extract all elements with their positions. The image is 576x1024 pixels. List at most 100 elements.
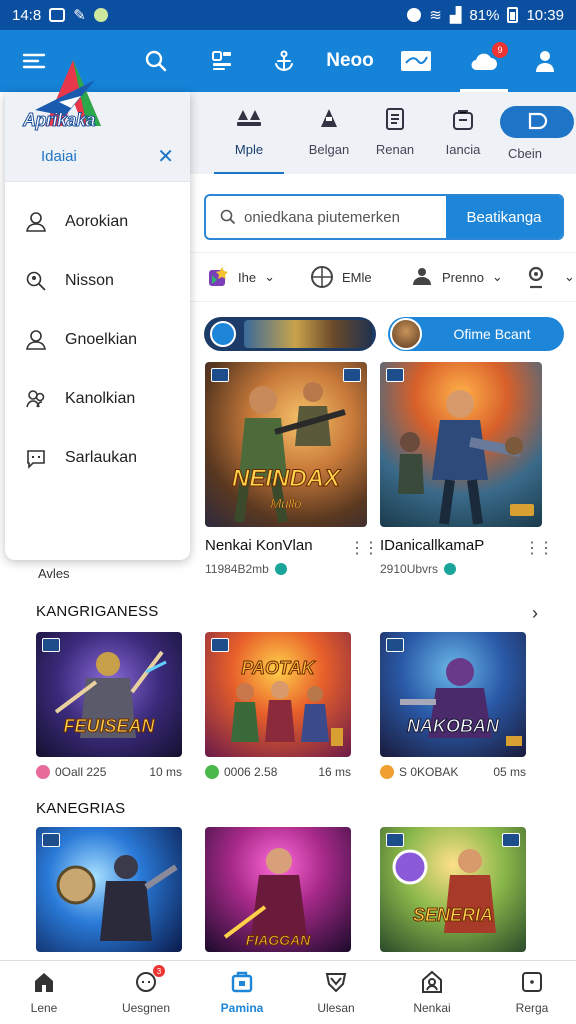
game-artwork: SENERIA xyxy=(380,827,526,952)
tab-label: Cbein xyxy=(508,146,542,161)
verified-icon xyxy=(274,563,287,575)
game-card[interactable] xyxy=(36,827,182,952)
drawer-item-1[interactable]: Aorokian xyxy=(5,192,190,251)
drawer-subtitle: Idaiai xyxy=(41,148,77,165)
status-bar: 14:8 ✎ ≋ ▟ 81% 10:39 xyxy=(0,0,576,30)
tab-label: Renan xyxy=(375,142,415,157)
banner-logo-icon xyxy=(210,321,236,347)
game-card[interactable]: FIAGGAN xyxy=(205,827,351,952)
account-icon xyxy=(524,265,548,289)
people-icon xyxy=(236,106,262,132)
promo-banner-1[interactable] xyxy=(204,317,376,351)
battery-percent: 81% xyxy=(469,6,500,24)
section-title: KANGRIGANESS xyxy=(36,603,159,620)
app-title: Neoo xyxy=(326,50,374,71)
game-meta: 11984B2mb xyxy=(205,562,269,576)
notification-badge: 9 xyxy=(492,42,508,58)
nav-profile[interactable]: Nenkai xyxy=(392,969,472,1015)
banner-artwork xyxy=(244,320,372,348)
star-icon xyxy=(206,265,230,289)
filter-region[interactable]: EMle xyxy=(310,265,372,289)
location-icon xyxy=(407,8,422,22)
chevron-right-icon[interactable]: › xyxy=(532,603,538,624)
document-icon xyxy=(382,106,408,132)
banner-avatar xyxy=(390,318,422,350)
nav-more[interactable]: Rerga xyxy=(492,969,572,1015)
game-artwork: FIAGGAN xyxy=(205,827,351,952)
user-outline-icon xyxy=(25,329,47,351)
search-icon[interactable] xyxy=(134,30,178,92)
status-clock: 10:39 xyxy=(526,6,564,24)
drawer-item-4[interactable]: Kanolkian xyxy=(5,369,190,428)
game-card[interactable]: NAKOBAN S 0KOBAK 05 ms xyxy=(380,632,526,779)
category-tabs: Mple Belgan Renan Iancia Cbein xyxy=(190,92,576,174)
promo-banner-2[interactable]: Ofime Bcant xyxy=(388,317,564,351)
tab-category-1[interactable]: Mple xyxy=(214,106,284,174)
nav-home[interactable]: Lene xyxy=(4,969,84,1015)
featured-game-2[interactable]: IDanicallkamaP 2910Ubvrs ⋮⋮ xyxy=(380,362,554,576)
group-icon xyxy=(25,388,47,410)
section-title: KANEGRIAS xyxy=(36,800,126,817)
search-input[interactable]: oniedkana piutemerken xyxy=(206,196,446,238)
chat-bubble-icon[interactable] xyxy=(500,106,574,138)
nav-security[interactable]: Ulesan xyxy=(296,969,376,1015)
profile-icon[interactable] xyxy=(530,30,560,92)
shield-icon xyxy=(323,969,349,995)
game-card[interactable]: FEUISEAN 0Oall 225 10 ms xyxy=(36,632,182,779)
anchor-icon[interactable] xyxy=(262,30,306,92)
person-icon xyxy=(410,265,434,289)
edit-icon: ✎ xyxy=(73,7,86,24)
chevron-down-icon: ⌄ xyxy=(491,269,503,284)
news-icon[interactable] xyxy=(200,30,244,92)
navigation-drawer: Aprikaka Idaiai ✕ Aorokian Nisson Gnoelk… xyxy=(5,60,190,560)
featured-game-1[interactable]: NEINDAX Mullo Nenkai KonVlan 11984B2mb ⋮… xyxy=(205,362,379,576)
game-artwork xyxy=(36,827,182,952)
game-art-title: FIAGGAN xyxy=(245,932,311,949)
more-options-icon[interactable]: ⋮⋮ xyxy=(524,538,554,558)
drawer-footer-text: Avles xyxy=(38,566,70,581)
mech-illustration xyxy=(400,658,522,746)
close-icon[interactable]: ✕ xyxy=(157,144,174,169)
battery-icon xyxy=(507,7,519,23)
game-artwork: NAKOBAN xyxy=(380,632,526,757)
profile-icon xyxy=(419,969,445,995)
game-art-title: SENERIA xyxy=(412,905,493,926)
drawer-item-2[interactable]: Nisson xyxy=(5,251,190,310)
filter-type[interactable]: Ihe ⌄ xyxy=(206,265,275,289)
nav-messages[interactable]: 3 Uesgnen xyxy=(106,965,186,1015)
game-art-title: NAKOBAN xyxy=(407,716,500,737)
drawer-header: Aprikaka Idaiai ✕ xyxy=(5,60,190,182)
game-artwork xyxy=(380,362,542,527)
filter-price[interactable]: Prenno ⌄ xyxy=(410,265,503,289)
cloud-notifications-button[interactable]: 9 xyxy=(466,30,508,92)
notification-badge: 3 xyxy=(153,965,165,977)
drawer-item-3[interactable]: Gnoelkian xyxy=(5,310,190,369)
user-icon xyxy=(25,211,47,233)
filter-account[interactable]: ⌄ xyxy=(524,265,575,289)
more-options-icon[interactable]: ⋮⋮ xyxy=(349,538,379,558)
tab-label: Iancia xyxy=(445,142,481,157)
game-artwork: PAOTAK xyxy=(205,632,351,757)
game-card[interactable]: PAOTAK 0006 2.58 16 ms xyxy=(205,632,351,779)
tab-category-3[interactable]: Renan xyxy=(360,106,430,157)
game-name: Nenkai KonVlan xyxy=(205,537,313,554)
soldiers-illustration xyxy=(398,390,534,525)
verified-icon xyxy=(444,563,457,575)
game-art-subtitle: Mullo xyxy=(270,496,302,512)
app-status-icon xyxy=(93,8,108,22)
inbox-icon[interactable] xyxy=(396,30,436,92)
search-person-icon xyxy=(25,270,47,292)
drawer-item-5[interactable]: Sarlaukan xyxy=(5,428,190,487)
tab-category-2[interactable]: Belgan xyxy=(294,106,364,157)
game-name: IDanicallkamaP xyxy=(380,537,485,554)
globe-icon xyxy=(310,265,334,289)
game-art-title: NEINDAX xyxy=(231,465,340,493)
game-card[interactable]: SENERIA xyxy=(380,827,526,952)
search-button[interactable]: Beatikanga xyxy=(446,196,562,238)
drawer-item-label: Aorokian xyxy=(65,212,129,230)
nav-store[interactable]: Pamina xyxy=(202,969,282,1015)
tab-category-4[interactable]: Iancia xyxy=(428,106,498,157)
status-time: 14:8 xyxy=(12,6,42,24)
wifi-icon: ≋ xyxy=(429,7,442,24)
drawer-item-label: Sarlaukan xyxy=(65,448,138,466)
